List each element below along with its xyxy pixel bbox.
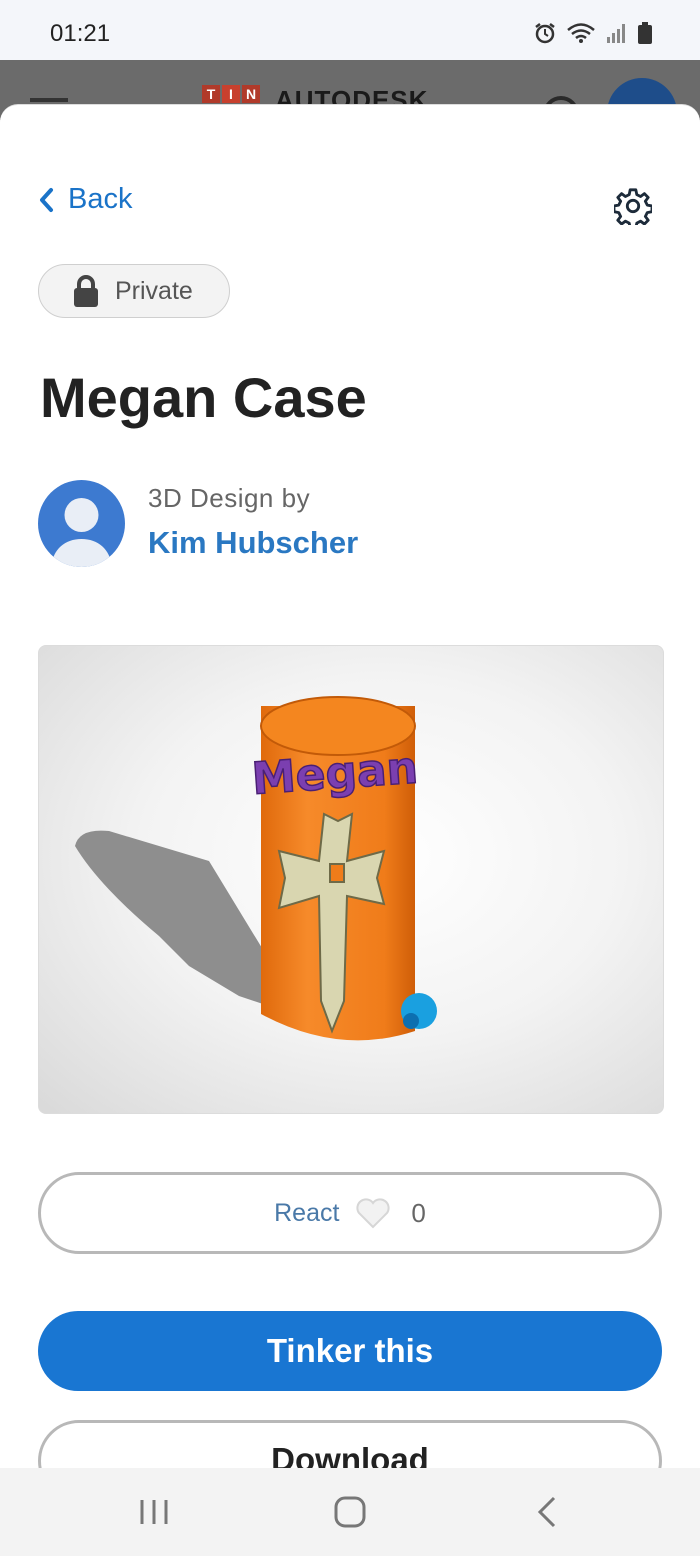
privacy-badge: Private [38, 264, 230, 318]
tinkercad-logo[interactable]: T I N [202, 85, 260, 103]
menu-icon[interactable] [30, 98, 68, 102]
author-avatar[interactable] [38, 480, 125, 567]
lock-icon [74, 275, 98, 307]
heart-icon [356, 1198, 390, 1229]
home-icon[interactable] [328, 1492, 372, 1532]
back-button[interactable]: Back [38, 183, 132, 216]
signal-icon [607, 24, 625, 43]
wifi-icon [567, 23, 595, 43]
back-nav-icon[interactable] [526, 1492, 570, 1532]
status-bar: 01:21 [0, 0, 700, 60]
chevron-left-icon [40, 187, 53, 212]
back-label: Back [68, 183, 133, 215]
react-count: 0 [411, 1197, 426, 1228]
logo-letter: N [242, 85, 260, 103]
system-nav-bar [0, 1468, 700, 1556]
download-button[interactable]: Download [38, 1420, 662, 1469]
logo-letter: T [202, 85, 220, 103]
design-detail-sheet: Back Private Megan Case 3D Design by Kim… [0, 104, 700, 1469]
status-time: 01:21 [50, 20, 111, 47]
battery-icon [638, 22, 652, 44]
model-render: Megan [75, 696, 437, 1041]
react-button[interactable]: React 0 [38, 1172, 662, 1254]
design-title: Megan Case [40, 366, 367, 429]
react-label: React [274, 1198, 340, 1227]
author-link[interactable]: Kim Hubscher [148, 525, 358, 561]
person-icon [51, 498, 112, 567]
logo-letter: I [222, 85, 240, 103]
byline: 3D Design by [148, 483, 311, 513]
design-preview-image[interactable]: Megan [38, 645, 664, 1114]
privacy-label: Private [115, 276, 193, 305]
gear-icon[interactable] [614, 187, 652, 225]
alarm-icon [535, 23, 555, 44]
tinker-this-button[interactable]: Tinker this [38, 1311, 662, 1391]
status-icons [534, 22, 652, 44]
recent-apps-icon[interactable] [132, 1492, 176, 1532]
